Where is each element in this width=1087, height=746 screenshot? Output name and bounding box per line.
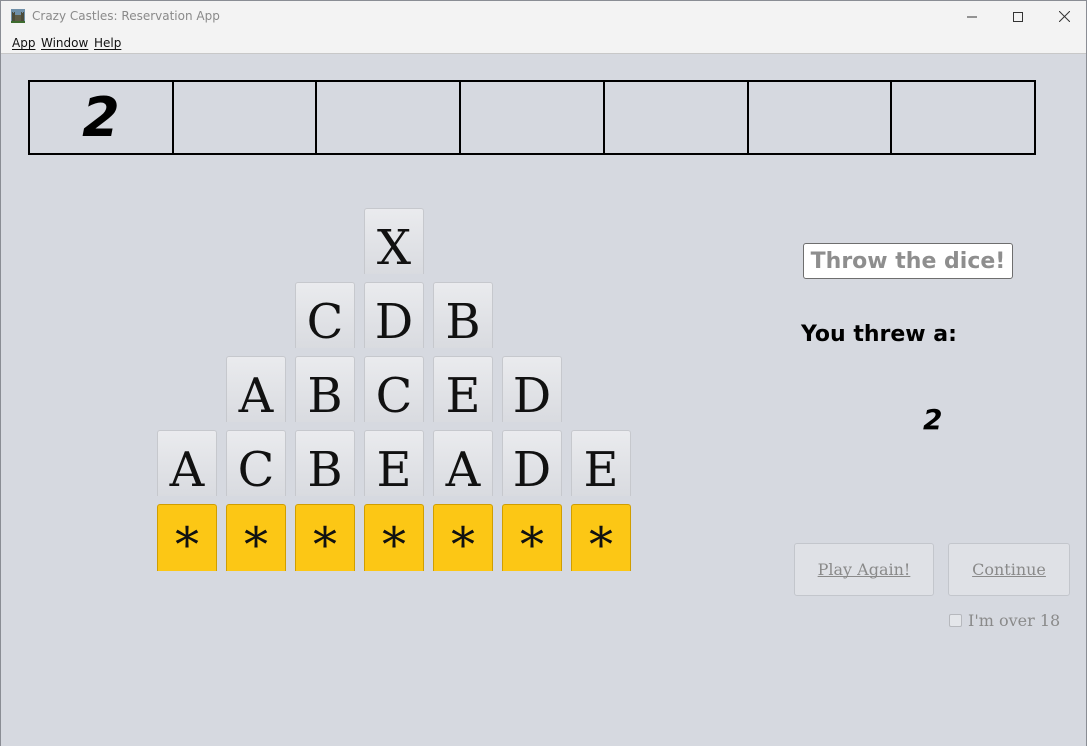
menu-window[interactable]: Window (41, 36, 88, 50)
continue-label: Continue (972, 560, 1046, 579)
menu-help[interactable]: Help (94, 36, 121, 50)
maximize-button[interactable] (995, 1, 1041, 32)
pyramid-tile[interactable]: D (502, 430, 562, 496)
close-icon (1058, 11, 1070, 22)
pyramid-tile[interactable]: E (433, 356, 493, 422)
castle-icon (11, 9, 25, 23)
menu-bar: App Window Help (1, 32, 1086, 54)
app-window: Crazy Castles: Reservation App App Windo… (0, 0, 1087, 746)
threw-label: You threw a: (801, 322, 957, 347)
minimize-icon (967, 16, 977, 17)
pyramid-tile[interactable]: B (433, 282, 493, 348)
star-tile[interactable]: * (157, 504, 217, 571)
star-tile[interactable]: * (502, 504, 562, 571)
pyramid-tile[interactable]: A (433, 430, 493, 496)
score-cell-1: 2 (30, 82, 174, 153)
game-area: 2 X C D B A B C E D A C B E A D E * * * … (1, 55, 1086, 746)
over18-checkbox[interactable] (949, 614, 962, 627)
threw-value: 2 (923, 403, 943, 436)
score-cell-2 (174, 82, 318, 153)
throw-dice-button[interactable]: Throw the dice! (803, 243, 1013, 279)
score-cell-3 (317, 82, 462, 153)
pyramid-tile[interactable]: X (364, 208, 424, 274)
star-tile[interactable]: * (571, 504, 631, 571)
star-tile[interactable]: * (364, 504, 424, 571)
maximize-icon (1013, 11, 1023, 22)
over18-label: I'm over 18 (968, 611, 1061, 630)
score-cell-4 (461, 82, 605, 153)
play-again-label: Play Again! (817, 560, 911, 579)
pyramid-tile[interactable]: D (502, 356, 562, 422)
pyramid-tile[interactable]: A (226, 356, 286, 422)
pyramid-tile[interactable]: E (364, 430, 424, 496)
score-cell-6 (749, 82, 893, 153)
window-title: Crazy Castles: Reservation App (32, 9, 220, 23)
pyramid-tile[interactable]: B (295, 356, 355, 422)
pyramid-tile[interactable]: C (364, 356, 424, 422)
continue-button[interactable]: Continue (948, 543, 1070, 596)
score-cell-5 (605, 82, 749, 153)
pyramid-tile[interactable]: C (295, 282, 355, 348)
pyramid-tile[interactable]: A (157, 430, 217, 496)
play-again-button[interactable]: Play Again! (794, 543, 934, 596)
pyramid-tile[interactable]: C (226, 430, 286, 496)
star-tile[interactable]: * (295, 504, 355, 571)
scoreboard: 2 (28, 80, 1036, 155)
pyramid-tile[interactable]: D (364, 282, 424, 348)
score-cell-7 (892, 82, 1034, 153)
pyramid-tile[interactable]: E (571, 430, 631, 496)
star-tile[interactable]: * (226, 504, 286, 571)
menu-app[interactable]: App (12, 36, 35, 50)
title-bar[interactable]: Crazy Castles: Reservation App (1, 1, 1086, 32)
minimize-button[interactable] (949, 1, 995, 32)
star-tile[interactable]: * (433, 504, 493, 571)
over18-row[interactable]: I'm over 18 (949, 611, 1060, 630)
close-button[interactable] (1041, 1, 1087, 32)
pyramid-tile[interactable]: B (295, 430, 355, 496)
